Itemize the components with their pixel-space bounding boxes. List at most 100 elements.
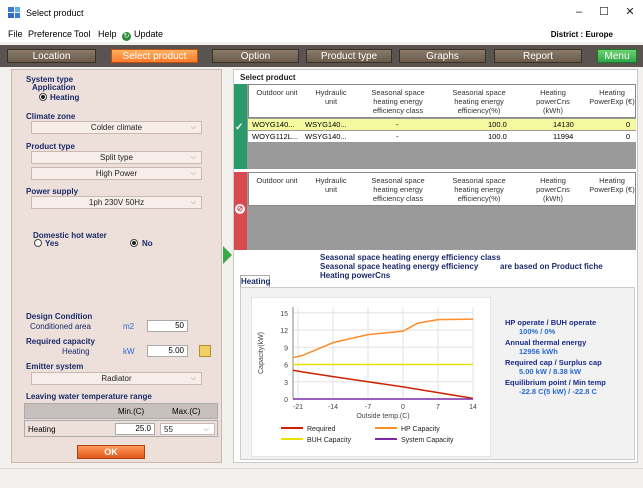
legend-label: HP Capacity	[401, 426, 440, 433]
design-condition-label: Design Condition	[26, 312, 93, 321]
minimize-button[interactable]: –	[568, 4, 590, 20]
table-row[interactable]: WOYG112L... WSYG140... - 100.0 11994 0	[248, 131, 636, 142]
x-tick-label: -21	[293, 404, 303, 411]
lwt-min-input[interactable]: 25.0	[115, 423, 155, 435]
col-eff-class: Seasonal space heating energy efficiency…	[371, 88, 425, 115]
chevron-down-icon: ⌵	[190, 124, 196, 131]
power-supply-select[interactable]: 1ph 230V 50Hz ⌵	[31, 196, 202, 209]
col-outdoor-unit: Outdoor unit	[256, 88, 298, 97]
menu-preference[interactable]: Preference	[28, 29, 72, 39]
cell-cns: 14130	[553, 120, 574, 129]
maximize-button[interactable]: ☐	[593, 4, 615, 20]
heating-capacity-label: Heating	[62, 347, 90, 356]
menu-tool[interactable]: Tool	[74, 29, 91, 39]
menu-help[interactable]: Help	[98, 29, 117, 39]
stat-value: 100% / 0%	[519, 327, 556, 336]
arrow-right-icon	[223, 246, 232, 264]
tab-product-type[interactable]: Product type	[306, 49, 392, 63]
tab-option[interactable]: Option	[212, 49, 299, 63]
stat-value: -22.8 C(5 kW) / -22.8 C	[519, 387, 597, 396]
legend-label: Required	[307, 426, 336, 433]
power-supply-value: 1ph 230V 50Hz	[88, 198, 145, 207]
y-tick-label: 3	[284, 380, 288, 387]
cell-exp: 0	[626, 120, 631, 129]
update-icon: ↻	[122, 32, 131, 41]
dhw-no-label: No	[142, 239, 153, 248]
tab-report[interactable]: Report	[494, 49, 582, 63]
tab-menu[interactable]: Menu	[597, 49, 637, 63]
conditioned-area-label: Conditioned area	[30, 322, 91, 331]
stat-block-1: HP operate / BUH operate 100% / 0%	[505, 318, 596, 336]
dhw-yes-label: Yes	[45, 239, 59, 248]
product-type-select-1[interactable]: Split type ⌵	[31, 151, 202, 164]
tab-location[interactable]: Location	[7, 49, 96, 63]
close-button[interactable]: ✕	[619, 4, 641, 20]
col-eff-percent: Seasonal space heating energy efficiency…	[452, 88, 506, 115]
cell-hydraulic: WSYG140...	[305, 132, 347, 141]
tab-select-product[interactable]: Select product	[111, 49, 198, 63]
tab-graphs[interactable]: Graphs	[399, 49, 486, 63]
legend-label: System Capacity	[401, 437, 454, 444]
product-grid-top: ✓ Outdoor unit Hydraulic unit Seasonal s…	[234, 84, 636, 169]
col-outdoor-unit: Outdoor unit	[256, 176, 298, 185]
heating-radio-label: Heating	[50, 93, 80, 102]
x-tick-label: 0	[401, 404, 405, 411]
y-tick-label: 12	[280, 328, 288, 335]
lwt-max-header: Max.(C)	[172, 407, 201, 416]
stat-block-2: Annual thermal energy 12956 kWh	[505, 338, 586, 356]
emitter-system-select[interactable]: Radiator ⌵	[31, 372, 202, 385]
note-line-1: Seasonal space heating energy efficiency…	[320, 253, 501, 262]
cell-outdoor: WOYG112L...	[252, 132, 299, 141]
dhw-no-radio[interactable]	[130, 239, 138, 247]
conditioned-area-input[interactable]: 50	[147, 320, 188, 332]
stat-value: 12956 kWh	[519, 347, 558, 356]
status-bar	[0, 468, 643, 488]
heating-radio[interactable]	[39, 93, 47, 101]
col-hydraulic-unit: Hydraulic unit	[315, 176, 347, 194]
col-hydraulic-unit: Hydraulic unit	[315, 88, 347, 106]
lwt-max-select[interactable]: 55 ⌵	[160, 423, 215, 435]
y-tick-label: 6	[284, 363, 288, 370]
table-row[interactable]: WOYG140... WSYG140... - 100.0 14130 0	[248, 119, 636, 130]
cell-class: -	[396, 132, 399, 141]
cell-hydraulic: WSYG140...	[305, 120, 347, 129]
x-tick-label: -14	[328, 404, 338, 411]
required-capacity-input[interactable]: 5.00	[147, 345, 188, 357]
ok-button[interactable]: OK	[77, 445, 145, 459]
dhw-yes-radio[interactable]	[34, 239, 42, 247]
x-axis-label: Outside temp.(C)	[356, 413, 409, 420]
col-powerexp: Heating PowerExp (€)	[589, 88, 635, 106]
cell-eff: 100.0	[488, 132, 507, 141]
stat-block-3: Required cap / Surplus cap 5.00 kW / 8.38…	[505, 358, 602, 376]
col-eff-class: Seasonal space heating energy efficiency…	[371, 176, 425, 203]
cell-outdoor: WOYG140...	[252, 120, 295, 129]
calculator-icon[interactable]	[199, 345, 211, 357]
legend-label: BUH Capacity	[307, 437, 351, 444]
chevron-down-icon: ⌵	[190, 375, 196, 382]
stat-key: Required cap / Surplus cap	[505, 358, 602, 367]
climate-zone-select[interactable]: Colder climate ⌵	[31, 121, 202, 134]
stat-block-4: Equilibrium point / Min temp -22.8 C(5 kW…	[505, 378, 606, 396]
cell-class: -	[396, 120, 399, 129]
product-type-value-1: Split type	[100, 153, 133, 162]
emitter-system-value: Radiator	[101, 374, 132, 383]
y-tick-label: 0	[284, 397, 288, 404]
title-bar: Select product – ☐ ✕	[0, 0, 643, 26]
x-tick-label: 7	[436, 404, 440, 411]
stat-key: HP operate / BUH operate	[505, 318, 597, 327]
window-title: Select product	[26, 8, 84, 18]
chevron-down-icon: ⌵	[203, 426, 209, 433]
select-product-title: Select product	[240, 73, 296, 82]
tab-bar: Location Select product Option Product t…	[0, 45, 643, 67]
menu-update[interactable]: ↻ Update	[122, 29, 163, 41]
cell-cns: 11994	[553, 132, 574, 141]
check-icon: ✓	[235, 122, 244, 133]
cell-exp: 0	[626, 132, 631, 141]
capacity-chart: 0 3 6 9 12 15 -21 -14 -7 0 7 14 Outside temp.(C) Capa…	[251, 297, 491, 457]
menu-file[interactable]: File	[8, 29, 23, 39]
climate-zone-label: Climate zone	[26, 112, 76, 121]
x-tick-label: -7	[365, 404, 371, 411]
tab-heating-chart[interactable]: Heating	[240, 275, 270, 287]
product-type-select-2[interactable]: High Power ⌵	[31, 167, 202, 180]
power-supply-label: Power supply	[26, 187, 79, 196]
